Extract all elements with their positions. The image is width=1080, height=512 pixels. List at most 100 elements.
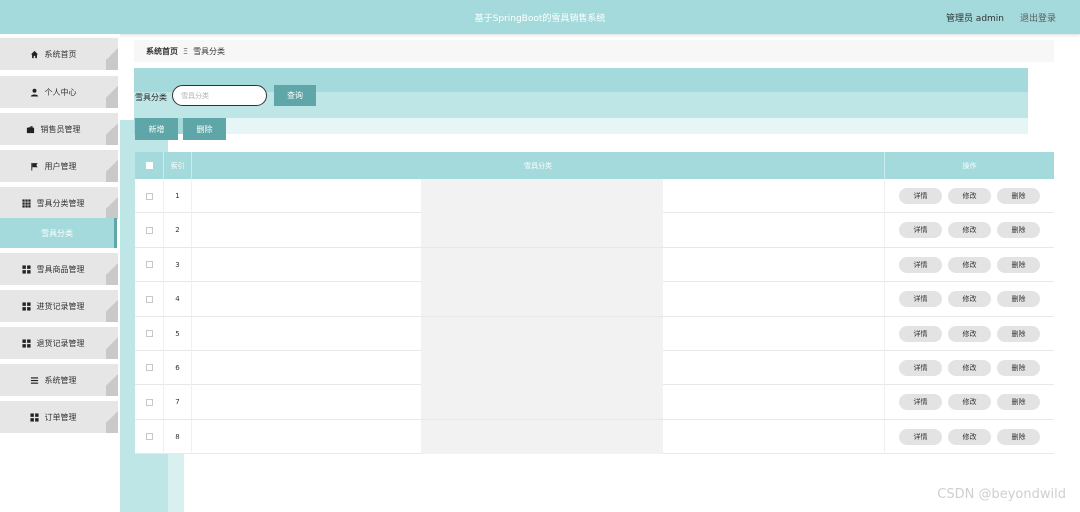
- row-detail-button[interactable]: 详情: [899, 188, 942, 204]
- breadcrumb-current: 雪具分类: [193, 46, 226, 56]
- row-detail-button[interactable]: 详情: [899, 256, 942, 273]
- row-checkbox[interactable]: [145, 226, 153, 234]
- search-input[interactable]: [172, 85, 267, 106]
- row-index: 7: [163, 385, 191, 420]
- sidebar-item-system[interactable]: 系统管理: [0, 364, 118, 396]
- row-detail-button[interactable]: 详情: [899, 394, 942, 411]
- search-panel-band: [134, 92, 1028, 118]
- wallet-icon: [26, 125, 35, 134]
- row-index: 1: [163, 179, 191, 213]
- search-label: 雪具分类: [135, 93, 167, 102]
- sidebar: 系统首页 个人中心 销售员管理 用户管理 雪具分类管理 雪具分类 雪具商品管理 …: [0, 34, 120, 512]
- row-index: 2: [163, 213, 191, 248]
- row-detail-button[interactable]: 详情: [899, 359, 942, 376]
- row-edit-button[interactable]: 修改: [948, 188, 991, 204]
- app-title: 基于SpringBoot的雪具销售系统: [474, 14, 606, 24]
- row-actions: 详情 修改 删除: [884, 247, 1054, 282]
- sidebar-item-label: 用户管理: [44, 161, 77, 171]
- row-edit-button[interactable]: 修改: [948, 256, 991, 273]
- row-checkbox[interactable]: [145, 433, 153, 441]
- row-checkbox[interactable]: [145, 295, 153, 303]
- row-detail-button[interactable]: 详情: [899, 325, 942, 342]
- column-header-actions: 操作: [884, 152, 1054, 179]
- row-actions: 详情 修改 删除: [884, 419, 1054, 454]
- breadcrumb-separator: Ξ: [183, 46, 189, 56]
- query-button[interactable]: 查询: [274, 85, 316, 106]
- breadcrumb-home[interactable]: 系统首页: [146, 46, 178, 57]
- sidebar-item-label: 销售员管理: [40, 124, 81, 134]
- sidebar-item-label: 退货记录管理: [36, 338, 85, 348]
- table-row: 5 雪具分类1 详情 修改 删除: [135, 316, 1054, 351]
- sidebar-item-label: 进货记录管理: [36, 301, 85, 311]
- table-row: 8 雪具分类1 详情 修改 删除: [135, 419, 1054, 455]
- row-delete-button[interactable]: 删除: [997, 291, 1040, 308]
- row-index: 8: [163, 419, 191, 454]
- sidebar-item-salesperson[interactable]: 销售员管理: [0, 113, 118, 145]
- apps-icon: [21, 301, 31, 311]
- sidebar-item-profile[interactable]: 个人中心: [0, 76, 118, 108]
- add-button[interactable]: 新增: [135, 118, 178, 140]
- home-icon: [30, 50, 39, 59]
- apps-icon: [29, 412, 39, 422]
- batch-delete-button[interactable]: 删除: [183, 118, 226, 140]
- row-delete-button[interactable]: 删除: [997, 359, 1040, 376]
- row-delete-button[interactable]: 删除: [997, 222, 1040, 239]
- row-actions: 详情 修改 删除: [884, 213, 1054, 248]
- row-actions: 详情 修改 删除: [884, 179, 1054, 213]
- sidebar-item-label: 雪具商品管理: [36, 264, 85, 274]
- row-checkbox[interactable]: [145, 330, 153, 338]
- row-edit-button[interactable]: 修改: [948, 428, 991, 445]
- table-row: 3 雪具分类3 详情 修改 删除: [135, 247, 1054, 283]
- table-body: 1 雪具分类5 详情 修改 删除 2 雪具分类2 详情 修改 删除 3 雪具分类…: [135, 179, 1054, 455]
- row-detail-button[interactable]: 详情: [899, 428, 942, 445]
- row-checkbox[interactable]: [145, 398, 153, 406]
- row-delete-button[interactable]: 删除: [997, 394, 1040, 411]
- row-delete-button[interactable]: 删除: [997, 256, 1040, 273]
- table-row: 2 雪具分类2 详情 修改 删除: [135, 213, 1054, 248]
- row-edit-button[interactable]: 修改: [948, 222, 991, 239]
- row-detail-button[interactable]: 详情: [899, 222, 942, 239]
- flag-icon: [30, 162, 39, 171]
- sidebar-item-home[interactable]: 系统首页: [0, 38, 118, 70]
- search-panel-band: [226, 118, 1028, 134]
- user-icon: [30, 88, 39, 97]
- row-index: 6: [163, 350, 191, 385]
- table-row: 7 雪具分类2 详情 修改 删除: [135, 385, 1054, 420]
- column-header-category: 雪具分类: [191, 152, 884, 179]
- row-edit-button[interactable]: 修改: [948, 291, 991, 308]
- table-row: 4 雪具分类2 详情 修改 删除: [135, 282, 1054, 317]
- row-checkbox[interactable]: [145, 364, 153, 372]
- sidebar-item-purchase[interactable]: 进货记录管理: [0, 290, 118, 322]
- sidebar-subitem-category[interactable]: 雪具分类: [0, 218, 117, 248]
- row-edit-button[interactable]: 修改: [948, 325, 991, 342]
- row-index: 4: [163, 282, 191, 317]
- table-row: 1 雪具分类5 详情 修改 删除: [135, 179, 1054, 214]
- row-detail-button[interactable]: 详情: [899, 291, 942, 308]
- row-delete-button[interactable]: 删除: [997, 188, 1040, 204]
- row-checkbox[interactable]: [145, 192, 153, 200]
- sidebar-item-category-mgmt[interactable]: 雪具分类管理: [0, 187, 118, 219]
- logout-link[interactable]: 退出登录: [1020, 11, 1056, 24]
- row-index: 3: [163, 247, 191, 282]
- sidebar-item-returns[interactable]: 退货记录管理: [0, 327, 118, 359]
- row-delete-button[interactable]: 删除: [997, 325, 1040, 342]
- row-edit-button[interactable]: 修改: [948, 359, 991, 376]
- row-delete-button[interactable]: 删除: [997, 428, 1040, 445]
- sidebar-item-users[interactable]: 用户管理: [0, 150, 118, 182]
- column-header-index: 索引: [163, 152, 191, 179]
- row-edit-button[interactable]: 修改: [948, 394, 991, 411]
- sidebar-item-products[interactable]: 雪具商品管理: [0, 253, 118, 285]
- row-actions: 详情 修改 删除: [884, 316, 1054, 351]
- breadcrumb: 系统首页 Ξ 雪具分类: [134, 40, 1054, 62]
- select-all-checkbox[interactable]: [145, 162, 153, 169]
- sidebar-item-label: 个人中心: [44, 87, 77, 97]
- row-checkbox[interactable]: [145, 261, 153, 269]
- menu-icon: [30, 376, 39, 385]
- row-actions: 详情 修改 删除: [884, 350, 1054, 385]
- row-index: 5: [163, 316, 191, 351]
- sidebar-item-orders[interactable]: 订单管理: [0, 401, 118, 433]
- sidebar-item-label: 系统首页: [44, 49, 77, 59]
- apps-icon: [21, 338, 31, 348]
- category-table: 索引 雪具分类 操作 1 雪具分类5 详情 修改 删除 2 雪具分类2 详情 修…: [135, 152, 1054, 455]
- watermark: CSDN @beyondwild: [937, 487, 1066, 502]
